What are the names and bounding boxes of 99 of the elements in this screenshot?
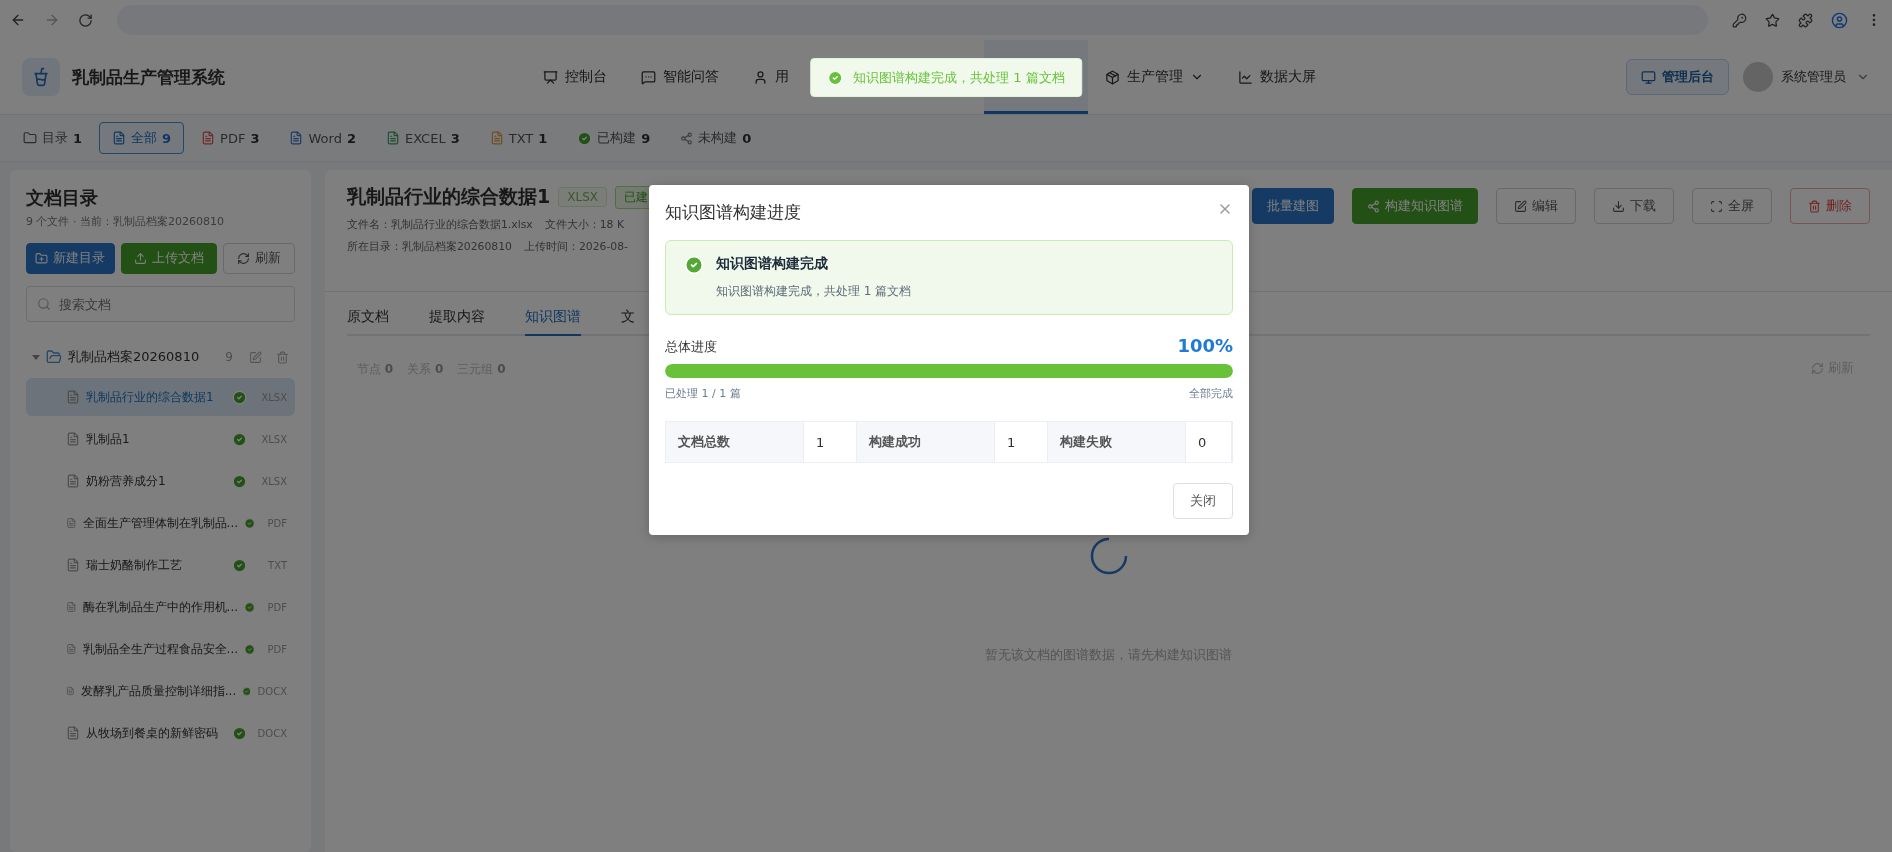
stat-label: 构建失败 bbox=[1048, 422, 1186, 462]
document-icon bbox=[489, 131, 504, 145]
filter-tab[interactable]: Word 2 bbox=[276, 122, 369, 154]
meta-text: 文件名：乳制品行业的综合数据1.xlsx bbox=[347, 218, 533, 232]
filter-tab[interactable]: TXT 1 bbox=[476, 122, 561, 154]
search-field[interactable]: 搜索文档 bbox=[26, 286, 295, 322]
filter-tab[interactable]: PDF 3 bbox=[188, 122, 273, 154]
edit-icon bbox=[1514, 199, 1527, 213]
document-icon bbox=[289, 131, 304, 145]
user-icon bbox=[753, 69, 768, 85]
action-button[interactable]: 批量建图 bbox=[1252, 188, 1334, 224]
alert-message: 知识图谱构建完成，共处理 1 篇文档 bbox=[716, 283, 912, 300]
tab[interactable]: 文 bbox=[621, 308, 635, 336]
document-icon bbox=[66, 726, 80, 740]
document-icon bbox=[201, 131, 216, 145]
chat-icon bbox=[641, 69, 656, 85]
meta-text: 文件大小：18 K bbox=[544, 218, 624, 232]
star-icon[interactable] bbox=[1765, 12, 1780, 28]
filter-tab[interactable]: 全部 9 bbox=[99, 122, 185, 154]
share-icon bbox=[680, 131, 694, 145]
document-title: 乳制品行业的综合数据1 bbox=[347, 184, 551, 209]
stat-value: 0 bbox=[1186, 422, 1232, 462]
reload-icon[interactable] bbox=[78, 12, 93, 28]
folder-icon bbox=[23, 131, 37, 145]
folder-plus-icon bbox=[35, 252, 49, 265]
document-icon bbox=[66, 474, 80, 488]
presentation-icon bbox=[543, 69, 558, 85]
trash-icon bbox=[1808, 199, 1821, 213]
nav-item[interactable]: 数据大屏 bbox=[1221, 40, 1333, 114]
filter-tab[interactable]: 已构建 9 bbox=[564, 122, 664, 154]
document-icon bbox=[385, 131, 400, 145]
folder-icon bbox=[46, 349, 62, 365]
action-button[interactable]: 构建知识图谱 bbox=[1352, 188, 1478, 224]
tag: XLSX bbox=[558, 187, 607, 207]
action-button[interactable]: 编辑 bbox=[1496, 188, 1576, 224]
expand-caret-icon[interactable] bbox=[32, 353, 40, 361]
refresh-icon bbox=[237, 252, 251, 265]
forward-icon[interactable] bbox=[44, 12, 60, 28]
document-icon bbox=[66, 432, 80, 446]
sidebar-button[interactable]: 刷新 bbox=[223, 243, 295, 274]
document-icon bbox=[66, 558, 80, 572]
check-circle-icon bbox=[684, 255, 704, 275]
app-title: 乳制品生产管理系统 bbox=[72, 65, 226, 89]
fullscreen-icon bbox=[1710, 199, 1723, 213]
processed-count: 已处理 1 / 1 篇 bbox=[665, 386, 741, 401]
share-icon bbox=[1367, 199, 1380, 213]
action-button[interactable]: 下载 bbox=[1594, 188, 1674, 224]
progress-percent: 100% bbox=[1177, 335, 1233, 356]
check-circle-icon bbox=[577, 130, 593, 146]
document-icon bbox=[66, 684, 75, 698]
nav-item[interactable]: 智能问答 bbox=[624, 40, 736, 114]
upload-icon bbox=[134, 252, 148, 265]
document-icon bbox=[112, 131, 127, 145]
puzzle-icon[interactable] bbox=[1798, 12, 1813, 28]
avatar[interactable] bbox=[1743, 62, 1773, 92]
action-button[interactable]: 全屏 bbox=[1692, 188, 1772, 224]
search-icon bbox=[37, 297, 51, 311]
filter-tab[interactable]: 目录 1 bbox=[10, 122, 96, 154]
loading-spinner-icon bbox=[1088, 536, 1129, 576]
sidebar-button[interactable]: 上传文档 bbox=[120, 243, 218, 274]
filter-tab[interactable]: 未构建 0 bbox=[667, 122, 765, 154]
profile-icon[interactable] bbox=[1831, 11, 1848, 29]
tab[interactable]: 提取内容 bbox=[429, 308, 485, 336]
key-icon[interactable] bbox=[1732, 12, 1747, 28]
tab[interactable]: 原文档 bbox=[347, 308, 389, 336]
meta-text: 所在目录：乳制品档案20260810 bbox=[347, 240, 512, 254]
chart-icon bbox=[1238, 69, 1253, 85]
sidebar-title: 文档目录 bbox=[26, 186, 99, 210]
sidebar-button[interactable]: 新建目录 bbox=[26, 243, 115, 274]
document-icon bbox=[66, 600, 77, 614]
filter-tab[interactable]: EXCEL 3 bbox=[372, 122, 473, 154]
stat-label: 文档总数 bbox=[666, 422, 804, 462]
admin-button[interactable]: 管理后台 bbox=[1626, 59, 1729, 95]
package-icon bbox=[1105, 69, 1120, 85]
monitor-icon bbox=[1641, 69, 1656, 85]
progress-status: 全部完成 bbox=[1189, 386, 1233, 401]
meta-text: 上传时间：2026-08- bbox=[523, 240, 628, 254]
cup-icon bbox=[22, 58, 60, 96]
edit-icon[interactable] bbox=[249, 350, 262, 364]
sidebar-subtitle: 9 个文件 · 当前：乳制品档案20260810 bbox=[26, 214, 225, 229]
check-circle-icon bbox=[827, 69, 844, 86]
back-icon[interactable] bbox=[10, 12, 26, 28]
dialog-title: 知识图谱构建进度 bbox=[665, 201, 801, 224]
refresh-icon bbox=[1811, 361, 1824, 375]
trash-icon[interactable] bbox=[276, 350, 289, 364]
nav-item[interactable]: 控制台 bbox=[526, 40, 624, 114]
action-button[interactable]: 删除 bbox=[1790, 188, 1870, 224]
close-button[interactable]: 关闭 bbox=[1173, 483, 1233, 519]
document-icon bbox=[66, 516, 77, 530]
toast-message: 知识图谱构建完成，共处理 1 篇文档 bbox=[853, 68, 1065, 87]
download-icon bbox=[1612, 199, 1625, 213]
document-icon bbox=[66, 642, 77, 656]
user-name[interactable]: 系统管理员 bbox=[1781, 68, 1846, 86]
progress-label: 总体进度 bbox=[665, 339, 717, 356]
document-icon bbox=[66, 390, 80, 404]
alert-title: 知识图谱构建完成 bbox=[716, 255, 829, 273]
tab[interactable]: 知识图谱 bbox=[525, 308, 581, 336]
nav-item[interactable]: 生产管理 bbox=[1088, 40, 1221, 114]
stat-label: 构建成功 bbox=[857, 422, 995, 462]
